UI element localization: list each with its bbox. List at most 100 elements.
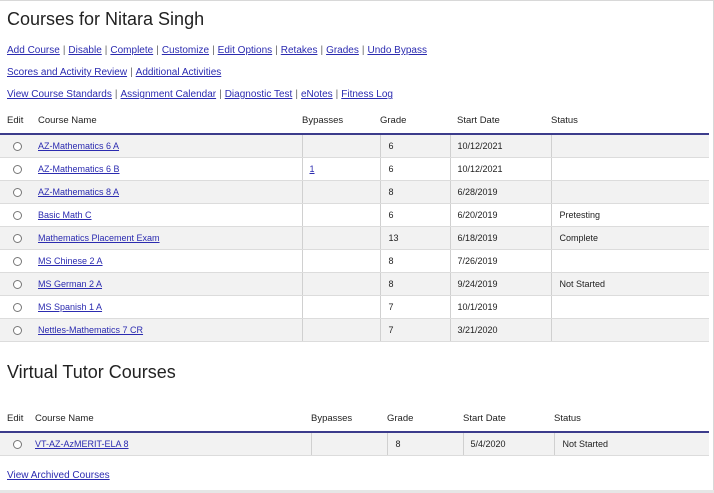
link-separator: |: [361, 45, 365, 56]
link-separator: |: [219, 89, 222, 100]
edit-cell: [0, 318, 38, 342]
link-separator: |: [295, 89, 298, 100]
edit-radio-button[interactable]: [13, 257, 22, 267]
grade-cell: 8: [386, 432, 463, 456]
column-header-start-date: Start Date: [463, 405, 554, 433]
link-separator: |: [320, 45, 324, 56]
table-row: VT-AZ-AzMERIT-ELA 8 8 5/4/2020 Not Started: [0, 432, 709, 456]
course-name-link[interactable]: VT-AZ-AzMERIT-ELA 8: [35, 439, 129, 449]
course-name-link[interactable]: AZ-Mathematics 6 A: [38, 141, 119, 151]
column-header-start-date: Start Date: [450, 107, 551, 135]
start-date-cell: 6/18/2019: [449, 226, 551, 250]
edit-radio-button[interactable]: [13, 211, 22, 221]
enotes-link[interactable]: eNotes: [301, 89, 333, 100]
edit-cell: [0, 134, 38, 158]
edit-radio-button[interactable]: [13, 188, 22, 198]
start-date-cell: 6/20/2019: [449, 203, 551, 227]
bypasses-cell: 1: [301, 157, 380, 181]
bypasses-cell: [301, 226, 380, 250]
course-name-link[interactable]: MS Chinese 2 A: [38, 256, 103, 266]
bypasses-cell: [301, 203, 380, 227]
view-course-standards-link[interactable]: View Course Standards: [7, 89, 112, 100]
retakes-link[interactable]: Retakes: [281, 45, 318, 56]
grade-cell: 7: [379, 318, 450, 342]
grade-cell: 6: [379, 134, 450, 158]
undo-bypass-link[interactable]: Undo Bypass: [367, 45, 426, 56]
course-name-link[interactable]: MS Spanish 1 A: [38, 302, 102, 312]
status-cell: [550, 134, 709, 158]
bypasses-link[interactable]: 1: [310, 164, 315, 174]
assignment-calendar-link[interactable]: Assignment Calendar: [120, 89, 216, 100]
course-name-cell: MS German 2 A: [38, 272, 302, 296]
archived-courses-container: View Archived Courses: [7, 470, 110, 481]
table-row: MS German 2 A 8 9/24/2019 Not Started: [0, 272, 709, 296]
edit-cell: [0, 157, 38, 181]
start-date-cell: 10/12/2021: [449, 134, 551, 158]
action-links-row-2: Scores and Activity Review | Additional Ac…: [7, 67, 221, 78]
course-name-link[interactable]: AZ-Mathematics 8 A: [38, 187, 119, 197]
start-date-cell: 3/21/2020: [449, 318, 551, 342]
status-cell: Complete: [550, 226, 709, 250]
customize-link[interactable]: Customize: [162, 45, 209, 56]
start-date-cell: 10/1/2019: [449, 295, 551, 319]
column-header-status: Status: [554, 405, 709, 433]
status-cell: [550, 295, 709, 319]
bypasses-cell: [301, 180, 380, 204]
edit-options-link[interactable]: Edit Options: [218, 45, 272, 56]
course-name-cell: MS Chinese 2 A: [38, 249, 302, 273]
edit-radio-button[interactable]: [13, 326, 22, 336]
table-row: MS Spanish 1 A 7 10/1/2019: [0, 295, 709, 319]
status-cell: Not Started: [553, 432, 709, 456]
edit-radio-button[interactable]: [13, 303, 22, 313]
additional-activities-link[interactable]: Additional Activities: [136, 67, 222, 78]
edit-radio-button[interactable]: [13, 142, 22, 152]
edit-radio-button[interactable]: [13, 165, 22, 175]
scores-and-activity-review-link[interactable]: Scores and Activity Review: [7, 67, 127, 78]
link-separator: |: [130, 67, 133, 78]
status-cell: [550, 249, 709, 273]
diagnostic-test-link[interactable]: Diagnostic Test: [225, 89, 293, 100]
table-row: AZ-Mathematics 8 A 8 6/28/2019: [0, 180, 709, 204]
status-cell: [550, 180, 709, 204]
course-name-cell: AZ-Mathematics 6 A: [38, 134, 302, 158]
course-name-link[interactable]: Basic Math C: [38, 210, 92, 220]
page-title: Courses for Nitara Singh: [7, 9, 205, 29]
column-header-grade: Grade: [387, 405, 463, 433]
link-separator: |: [62, 45, 66, 56]
edit-radio-button[interactable]: [13, 234, 22, 244]
disable-link[interactable]: Disable: [68, 45, 101, 56]
course-name-link[interactable]: AZ-Mathematics 6 B: [38, 164, 120, 174]
edit-radio-button[interactable]: [13, 280, 22, 290]
table-row: Nettles-Mathematics 7 CR 7 3/21/2020: [0, 318, 709, 342]
course-name-link[interactable]: Nettles-Mathematics 7 CR: [38, 325, 143, 335]
grades-link[interactable]: Grades: [326, 45, 359, 56]
edit-cell: [0, 180, 38, 204]
complete-link[interactable]: Complete: [110, 45, 153, 56]
link-separator: |: [156, 45, 159, 56]
view-archived-courses-link[interactable]: View Archived Courses: [7, 470, 110, 481]
course-name-link[interactable]: MS German 2 A: [38, 279, 102, 289]
top-border: [0, 0, 714, 1]
grade-cell: 13: [379, 226, 450, 250]
column-header-grade: Grade: [380, 107, 450, 135]
table-row: Mathematics Placement Exam 13 6/18/2019 Com…: [0, 226, 709, 250]
link-separator: |: [275, 45, 278, 56]
virtual-tutor-header-row: Edit Course Name Bypasses Grade Start Da…: [0, 405, 709, 433]
edit-cell: [0, 295, 38, 319]
status-cell: Pretesting: [550, 203, 709, 227]
action-links-row-3: View Course Standards | Assignment Calenda…: [7, 89, 393, 100]
edit-radio-button[interactable]: [13, 440, 22, 450]
grade-cell: 8: [379, 180, 450, 204]
add-course-link[interactable]: Add Course: [7, 45, 60, 56]
grade-cell: 7: [379, 295, 450, 319]
grade-cell: 8: [379, 272, 450, 296]
start-date-cell: 10/12/2021: [449, 157, 551, 181]
bypasses-cell: [301, 249, 380, 273]
fitness-log-link[interactable]: Fitness Log: [341, 89, 393, 100]
courses-table: Edit Course Name Bypasses Grade Start Da…: [0, 107, 709, 342]
course-name-link[interactable]: Mathematics Placement Exam: [38, 233, 160, 243]
link-separator: |: [114, 89, 118, 100]
bypasses-cell: [301, 295, 380, 319]
edit-cell: [0, 272, 38, 296]
column-header-status: Status: [551, 107, 709, 135]
